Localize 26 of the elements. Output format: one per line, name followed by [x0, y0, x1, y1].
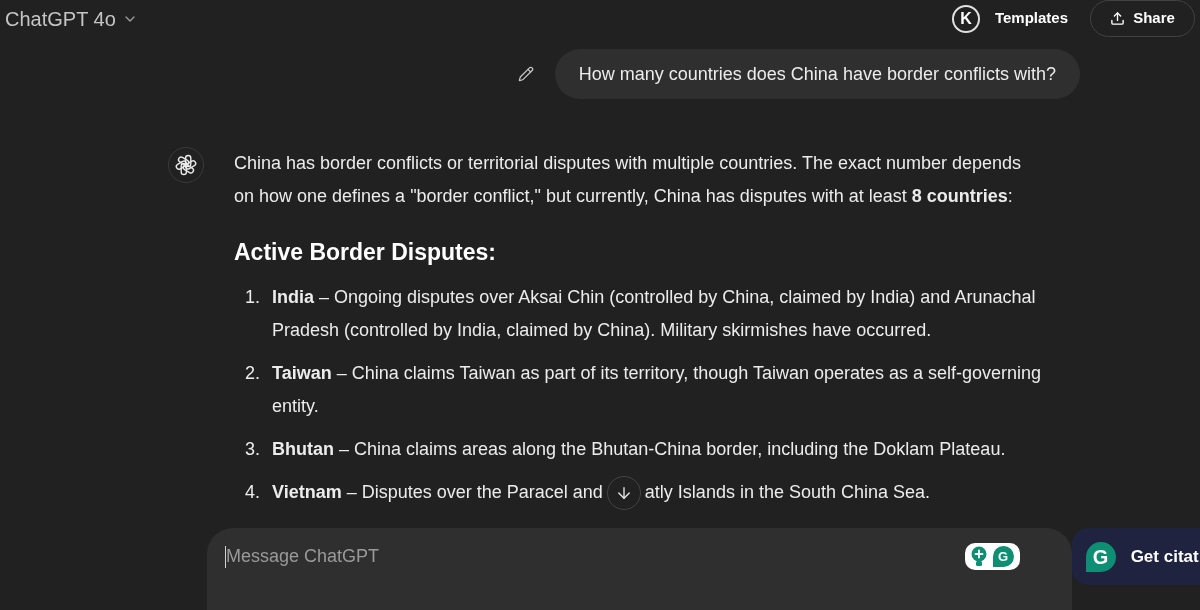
scroll-down-button[interactable]: [606, 476, 641, 511]
citation-button[interactable]: G Get citat: [1071, 528, 1200, 585]
g-logo: G: [992, 546, 1014, 567]
list-item-text: Taiwan – China claims Taiwan as part of its territory, though Taiwan operates as a self-governing entity.: [272, 363, 1042, 416]
edit-button[interactable]: [516, 65, 535, 83]
list-number: 3.: [244, 438, 260, 461]
upload-icon: [1110, 11, 1126, 26]
list-item-text: Vietnam – Disputes over the Paracel and: [272, 482, 603, 502]
section-heading: Active Border Disputes:: [234, 238, 497, 267]
response-paragraph: China has border conflicts or territorial disputes with multiple countries. The exact number depends on how one defines a "border conflict," but currently, China has disputes with at least 8 countries:: [234, 152, 1023, 208]
model-selector-button[interactable]: ChatGPT 4o: [5, 3, 138, 34]
list-item-text: Bhutan – China claims areas along the Bhutan-China border, including the Doklam Plateau.: [272, 439, 1006, 459]
pencil-icon: [517, 66, 534, 82]
lightbulb-icon: [970, 546, 987, 567]
templates-button[interactable]: Templates: [994, 7, 1068, 30]
list-number: 1.: [244, 286, 260, 309]
list-item-text: atly Islands in the South China Sea.: [644, 482, 931, 502]
user-message: How many countries does China have border conflicts with?: [554, 49, 1080, 99]
list-number: 4.: [244, 481, 260, 504]
k-logo[interactable]: K: [951, 4, 980, 33]
writing-assistant-pill[interactable]: G: [964, 543, 1020, 570]
list-number: 2.: [244, 362, 260, 385]
list-item-text: India – Ongoing disputes over Aksai Chin (controlled by China, claimed by India) and Arunachal Pradesh (controlled by India, claimed by China). Military skirmishes have occurred.: [272, 287, 1036, 340]
message-input-field[interactable]: Message ChatGPT G: [207, 528, 1072, 610]
g-logo: G: [1085, 541, 1116, 572]
knot-logo-icon: [168, 147, 204, 183]
